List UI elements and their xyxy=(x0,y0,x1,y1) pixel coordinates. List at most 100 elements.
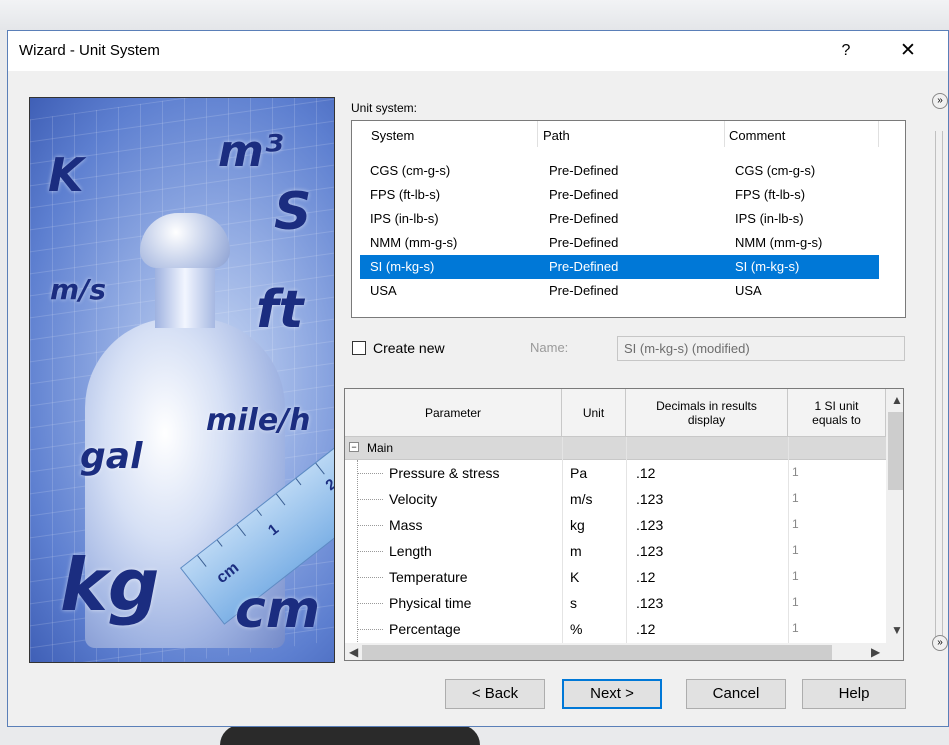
expand-top-icon[interactable]: » xyxy=(932,93,948,109)
desktop-object xyxy=(220,725,480,745)
label-s: S xyxy=(274,182,312,242)
label-m3: m³ xyxy=(218,126,284,177)
param-equals: 1 xyxy=(792,595,799,609)
list-item[interactable]: IPS (in-lb-s) Pre-Defined IPS (in-lb-s) xyxy=(360,207,879,231)
param-decimals: .123 xyxy=(636,543,664,559)
weight-neck xyxy=(155,258,215,328)
create-new-checkbox[interactable] xyxy=(352,341,366,355)
table-row[interactable]: Pressure & stress Pa .12 1 xyxy=(345,460,886,486)
col-decimals[interactable]: Decimals in results display xyxy=(626,389,788,437)
group-label: Main xyxy=(367,441,394,455)
col-si-equals[interactable]: 1 SI unit equals to xyxy=(788,389,886,437)
side-panel-track xyxy=(935,131,943,646)
help-title-button[interactable]: ? xyxy=(834,39,858,63)
expand-bottom-icon[interactable]: » xyxy=(932,635,948,651)
param-name: Length xyxy=(389,543,432,559)
param-unit: K xyxy=(570,569,580,585)
system-comment: CGS (cm-g-s) xyxy=(735,163,816,178)
param-unit: m/s xyxy=(570,491,593,507)
param-equals: 1 xyxy=(792,517,799,531)
desktop-background xyxy=(0,0,949,30)
scroll-left-icon[interactable]: ◀ xyxy=(349,645,358,659)
table-row[interactable]: Physical time s .123 1 xyxy=(345,590,886,616)
table-row[interactable]: Temperature K .12 1 xyxy=(345,564,886,590)
param-decimals: .123 xyxy=(636,491,664,507)
table-row[interactable]: Length m .123 1 xyxy=(345,538,886,564)
name-label: Name: xyxy=(530,340,569,355)
system-path: Pre-Defined xyxy=(549,235,619,250)
horizontal-scroll-thumb[interactable] xyxy=(362,645,832,660)
param-unit: % xyxy=(570,621,583,637)
close-button[interactable]: ✕ xyxy=(896,39,920,63)
back-button[interactable]: < Back xyxy=(445,679,545,709)
table-row[interactable]: Velocity m/s .123 1 xyxy=(345,486,886,512)
col-system[interactable]: System xyxy=(371,128,414,143)
horizontal-scrollbar[interactable]: ◀ ▶ xyxy=(345,643,903,660)
label-cm: cm xyxy=(235,580,321,640)
group-row-main[interactable]: − Main xyxy=(345,437,886,460)
ruler-label-2: 2 xyxy=(322,475,335,495)
param-decimals: .123 xyxy=(636,517,664,533)
system-path: Pre-Defined xyxy=(549,163,619,178)
name-field[interactable]: SI (m-kg-s) (modified) xyxy=(617,336,905,361)
param-name: Mass xyxy=(389,517,423,533)
label-kg: kg xyxy=(60,543,160,627)
param-decimals: .12 xyxy=(636,465,656,481)
scroll-right-icon[interactable]: ▶ xyxy=(871,645,880,659)
system-path: Pre-Defined xyxy=(549,283,619,298)
title-bar: Wizard - Unit System ? ✕ xyxy=(8,31,948,71)
collapse-icon[interactable]: − xyxy=(349,442,359,452)
window-title: Wizard - Unit System xyxy=(19,42,160,59)
unit-system-label: Unit system: xyxy=(351,101,418,115)
system-path: Pre-Defined xyxy=(549,259,619,274)
label-k: K xyxy=(48,148,84,202)
param-equals: 1 xyxy=(792,569,799,583)
param-unit: Pa xyxy=(570,465,588,481)
list-item[interactable]: NMM (mm-g-s) Pre-Defined NMM (mm-g-s) xyxy=(360,231,879,255)
param-name: Physical time xyxy=(389,595,472,611)
system-comment: IPS (in-lb-s) xyxy=(735,211,804,226)
help-button[interactable]: Help xyxy=(802,679,906,709)
list-item-selected[interactable]: SI (m-kg-s) Pre-Defined SI (m-kg-s) xyxy=(360,255,879,279)
system-comment: SI (m-kg-s) xyxy=(735,259,800,274)
next-button[interactable]: Next > xyxy=(562,679,662,709)
ruler-label-1: 1 xyxy=(264,520,283,540)
unit-system-header: System Path Comment xyxy=(352,121,905,147)
param-name: Pressure & stress xyxy=(389,465,500,481)
system-name: NMM (mm-g-s) xyxy=(370,235,458,250)
system-comment: NMM (mm-g-s) xyxy=(735,235,823,250)
label-gal: gal xyxy=(80,436,143,477)
table-row[interactable]: Mass kg .123 1 xyxy=(345,512,886,538)
col-parameter[interactable]: Parameter xyxy=(345,389,562,437)
scroll-up-icon[interactable]: ▲ xyxy=(891,393,903,407)
create-new-label[interactable]: Create new xyxy=(373,340,445,356)
param-decimals: .12 xyxy=(636,621,656,637)
system-name: IPS (in-lb-s) xyxy=(370,211,439,226)
weight-knob xyxy=(140,213,230,268)
cancel-button[interactable]: Cancel xyxy=(686,679,786,709)
param-unit: s xyxy=(570,595,577,611)
scroll-down-icon[interactable]: ▼ xyxy=(891,623,903,637)
list-item[interactable]: FPS (ft-lb-s) Pre-Defined FPS (ft-lb-s) xyxy=(360,183,879,207)
param-name: Temperature xyxy=(389,569,468,585)
system-name: CGS (cm-g-s) xyxy=(370,163,451,178)
param-name: Percentage xyxy=(389,621,461,637)
col-path[interactable]: Path xyxy=(543,128,570,143)
col-comment[interactable]: Comment xyxy=(729,128,785,143)
label-m-per-s: m/s xyxy=(50,273,107,306)
list-item[interactable]: USA Pre-Defined USA xyxy=(360,279,879,303)
vertical-scroll-thumb[interactable] xyxy=(888,412,903,490)
system-name: SI (m-kg-s) xyxy=(370,259,435,274)
unit-system-illustration: cm 1 2 3 K m³ S m/s ft gal mile/h kg cm xyxy=(29,97,335,663)
col-unit[interactable]: Unit xyxy=(562,389,626,437)
wizard-dialog: Wizard - Unit System ? ✕ cm 1 2 3 K m³ S… xyxy=(7,30,949,727)
system-path: Pre-Defined xyxy=(549,211,619,226)
list-item[interactable]: CGS (cm-g-s) Pre-Defined CGS (cm-g-s) xyxy=(360,159,879,183)
unit-system-list[interactable]: System Path Comment CGS (cm-g-s) Pre-Def… xyxy=(351,120,906,318)
param-unit: m xyxy=(570,543,582,559)
param-equals: 1 xyxy=(792,491,799,505)
table-row[interactable]: Percentage % .12 1 xyxy=(345,616,886,642)
vertical-scrollbar[interactable]: ▲ ▼ xyxy=(886,389,903,643)
parameters-grid[interactable]: Parameter Unit Decimals in results displ… xyxy=(344,388,904,661)
param-decimals: .123 xyxy=(636,595,664,611)
